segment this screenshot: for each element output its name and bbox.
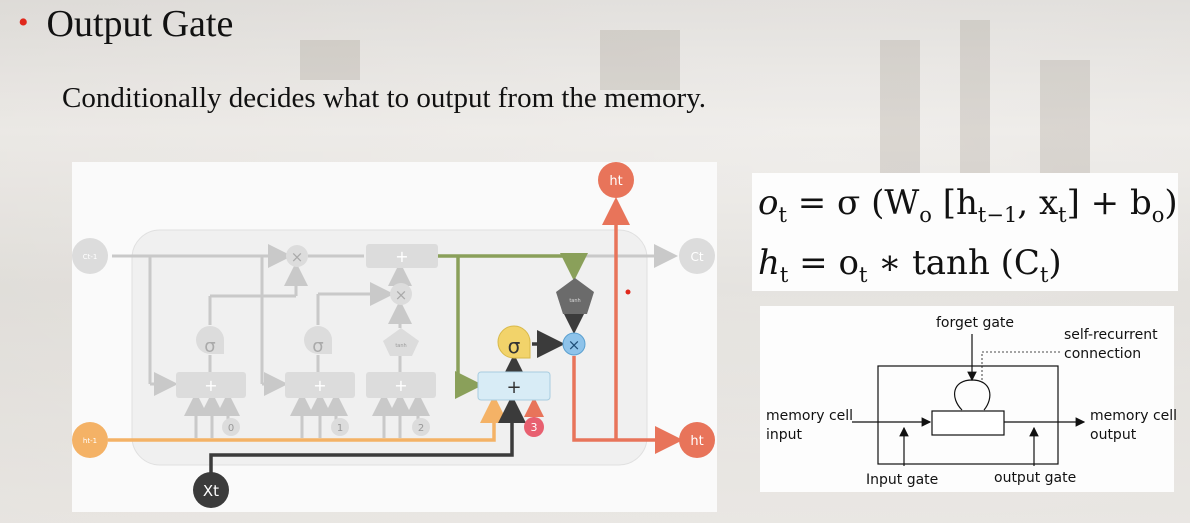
forget-gate-label: forget gate: [936, 315, 1014, 331]
self-recurrent-loop: [954, 379, 991, 411]
memory-cell-diagram: forget gate self-recurrent connection me…: [766, 315, 1177, 488]
memory-cell-input-label-1: memory cell: [766, 408, 853, 424]
self-recurrent-label-2: connection: [1064, 346, 1141, 362]
output-gate-label: output gate: [994, 470, 1076, 486]
memory-cell-output-label-1: memory cell: [1090, 408, 1177, 424]
memory-cell-output-label-2: output: [1090, 427, 1137, 443]
self-recurrent-label-1: self-recurrent: [1064, 327, 1158, 343]
input-gate-label: Input gate: [866, 472, 938, 488]
memory-cell-inner-box: [931, 410, 1005, 436]
memory-cell-input-label-2: input: [766, 427, 803, 443]
